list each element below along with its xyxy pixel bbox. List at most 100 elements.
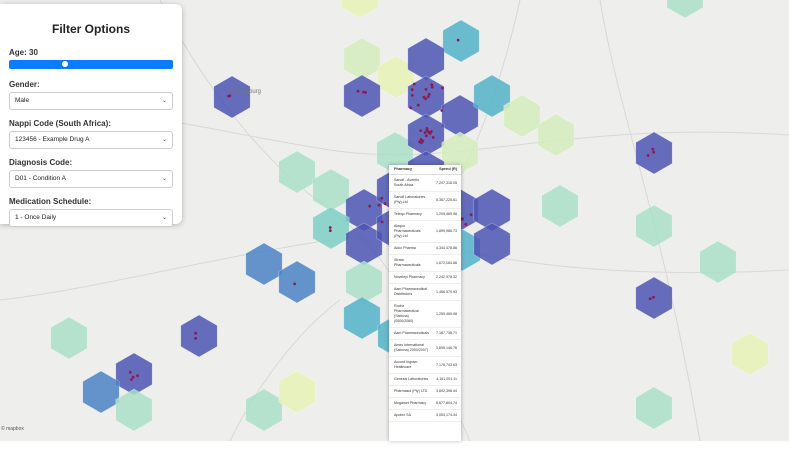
pharmacy-point[interactable] [461,217,464,221]
diagnosis-label: Diagnosis Code: [9,158,73,167]
pharmacy-point[interactable] [362,90,365,94]
hexbin-cell[interactable] [343,296,381,340]
pharmacy-point[interactable] [194,331,198,335]
pharmacy-name: Genesis Laboratories [389,373,432,386]
pharmacy-point[interactable] [356,89,360,93]
pharmacy-point[interactable] [424,88,428,91]
table-row: Aleqco Pharmaceuticals (Pty) Ltd 1,899,98… [389,220,461,243]
chevron-down-icon: ⌄ [161,215,167,221]
hexbin-cell[interactable] [82,370,120,414]
pharmacy-point[interactable] [377,203,381,207]
chevron-down-icon: ⌄ [161,137,167,143]
pharmacy-point[interactable] [422,95,426,99]
hexbin-cell[interactable] [245,388,283,432]
table-row: Aam Pharmaceutical Distributors 1,466,570… [389,283,461,301]
pharmacy-point[interactable] [368,204,372,208]
pharmacy-point[interactable] [421,139,425,143]
map-attribution: © mapbox [1,426,24,432]
hexbin-cell[interactable] [278,150,316,194]
hexbin-cell[interactable] [635,386,673,430]
hexbin-cell[interactable] [345,260,383,304]
hexbin-cell[interactable] [343,37,381,81]
pharmacy-point[interactable] [194,337,198,340]
hexbin-cell[interactable] [213,75,251,119]
chevron-down-icon: ⌄ [161,176,167,182]
pharmacy-point[interactable] [130,378,133,381]
pharmacy-point[interactable] [418,140,421,144]
pharmacy-point[interactable] [380,220,384,224]
pharmacy-point[interactable] [651,147,655,151]
pharmacy-point[interactable] [328,226,332,229]
pharmacy-spend: 4,344,478.86 [431,242,461,255]
age-slider[interactable] [9,60,173,69]
pharmacy-point[interactable] [425,134,428,138]
table-header-row: Pharmacy Spend (R) [389,165,461,175]
pharmacy-point[interactable] [441,86,444,90]
pharmacy-point[interactable] [426,95,430,98]
hexbin-cell[interactable] [50,316,88,360]
pharmacy-point[interactable] [426,129,429,133]
pharmacy-point[interactable] [131,375,135,379]
table-row: Strata Pharmaceuticals 1,672,184.86 [389,254,461,272]
pharmacy-point[interactable] [293,282,297,286]
pharmacy-point[interactable] [410,88,414,91]
pharmacy-point[interactable] [416,103,420,107]
pharmacy-point[interactable] [652,295,655,299]
pharmacy-point[interactable] [464,223,468,226]
hexbin-cell[interactable] [731,332,769,376]
hexbin-cell[interactable] [541,184,579,228]
schedule-label: Medication Schedule: [9,197,92,206]
pharmacy-point[interactable] [380,196,384,200]
header-spend: Spend (R) [431,165,461,175]
pharmacy-point[interactable] [228,94,232,98]
pharmacy-point[interactable] [410,94,414,97]
pharmacy-point[interactable] [412,82,416,86]
hexbin-cell[interactable] [278,370,316,414]
table-row: Mogamet Pharmacy 6,677,804.74 [389,397,461,410]
pharmacy-point[interactable] [440,109,444,112]
hexbin-cell[interactable] [343,74,381,118]
pharmacy-point[interactable] [430,83,434,87]
pharmacy-point[interactable] [409,106,413,110]
schedule-select[interactable]: 1 - Once Daily ⌄ [9,209,173,227]
hexbin-cell[interactable] [341,0,379,19]
pharmacy-name: Strata Pharmaceuticals [389,254,432,272]
age-slider-thumb[interactable] [62,61,68,67]
nappi-label: Nappi Code (South Africa): [9,119,111,128]
table-row: Sanofi - Aventis South Africa 7,297,318.0… [389,174,461,192]
pharmacy-spend: 4,161,001.11 [431,373,461,386]
pharmacy-spend: 1,259,469.98 [431,300,461,328]
hexbin-cell[interactable] [635,204,673,248]
pharmacy-point[interactable] [430,85,434,89]
pharmacy-point[interactable] [431,136,435,139]
header-pharmacy: Pharmacy [389,165,432,175]
pharmacy-point[interactable] [652,150,656,154]
pharmacy-point[interactable] [328,229,332,233]
hexbin-cell[interactable] [312,168,350,212]
pharmacy-point[interactable] [425,126,429,130]
pharmacy-point[interactable] [648,297,652,300]
pharmacy-point[interactable] [128,370,132,374]
gender-select[interactable]: Male ⌄ [9,92,173,110]
pharmacy-point[interactable] [469,213,473,217]
nappi-select[interactable]: 123456 - Example Drug A ⌄ [9,131,173,149]
hexbin-cell[interactable] [442,19,480,63]
hexbin-cell[interactable] [180,314,218,358]
pharmacy-spend: 1,466,570.93 [431,283,461,301]
hexbin-cell[interactable] [699,240,737,284]
pharmacy-point[interactable] [423,131,427,135]
hexbin-cell[interactable] [441,94,479,138]
pharmacy-point[interactable] [456,38,460,42]
pharmacy-point[interactable] [383,202,387,206]
pharmacy-point[interactable] [646,154,650,157]
pharmacy-name: Accord Ingram Healthcare [389,356,432,374]
pharmacy-point[interactable] [428,132,432,135]
pharmacy-name: Roche Pharmaceutical (Sabona) (0000/2060… [389,300,432,328]
hexbin-cell[interactable] [666,0,704,19]
hexbin-cell[interactable] [115,388,153,432]
diagnosis-select[interactable]: D01 - Condition A ⌄ [9,170,173,188]
hexbin-cell[interactable] [278,260,316,304]
pharmacy-point[interactable] [419,129,423,133]
pharmacy-point[interactable] [136,374,139,378]
hexbin-cell[interactable] [537,113,575,157]
